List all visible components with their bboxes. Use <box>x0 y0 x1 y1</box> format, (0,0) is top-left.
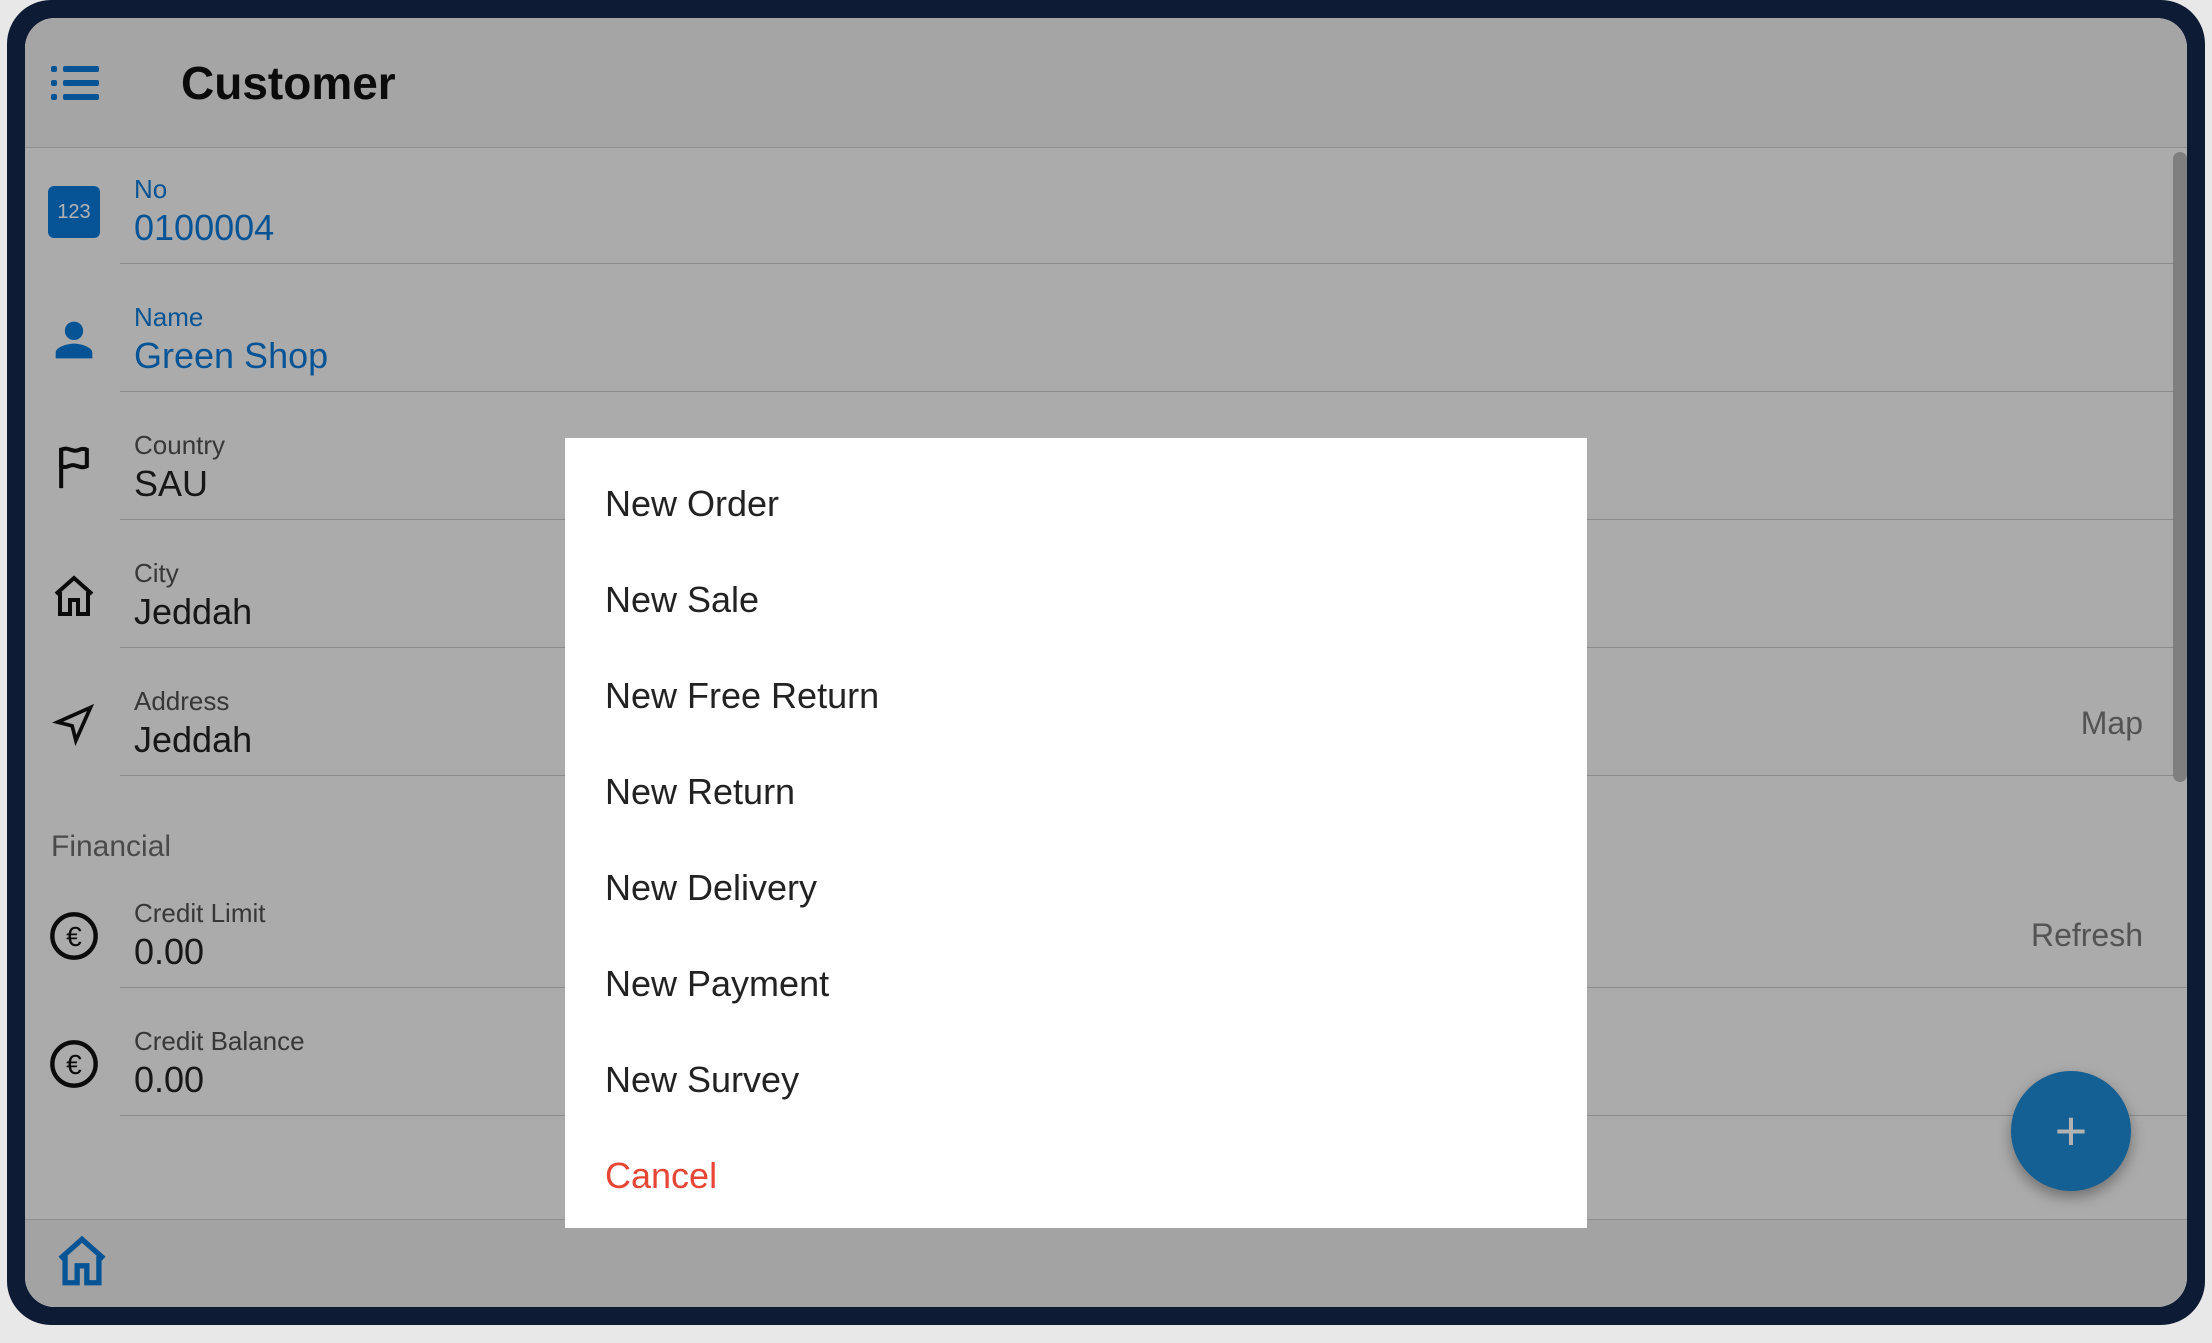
app-screen: Customer 123 No 0100004 <box>25 18 2187 1307</box>
menu-new-free-return[interactable]: New Free Return <box>565 648 1587 744</box>
menu-new-survey[interactable]: New Survey <box>565 1032 1587 1128</box>
menu-cancel[interactable]: Cancel <box>565 1128 1587 1224</box>
action-sheet: New Order New Sale New Free Return New R… <box>565 438 1587 1228</box>
device-frame: Customer 123 No 0100004 <box>7 0 2205 1325</box>
menu-new-delivery[interactable]: New Delivery <box>565 840 1587 936</box>
menu-new-return[interactable]: New Return <box>565 744 1587 840</box>
menu-new-order[interactable]: New Order <box>565 456 1587 552</box>
menu-new-sale[interactable]: New Sale <box>565 552 1587 648</box>
menu-new-payment[interactable]: New Payment <box>565 936 1587 1032</box>
